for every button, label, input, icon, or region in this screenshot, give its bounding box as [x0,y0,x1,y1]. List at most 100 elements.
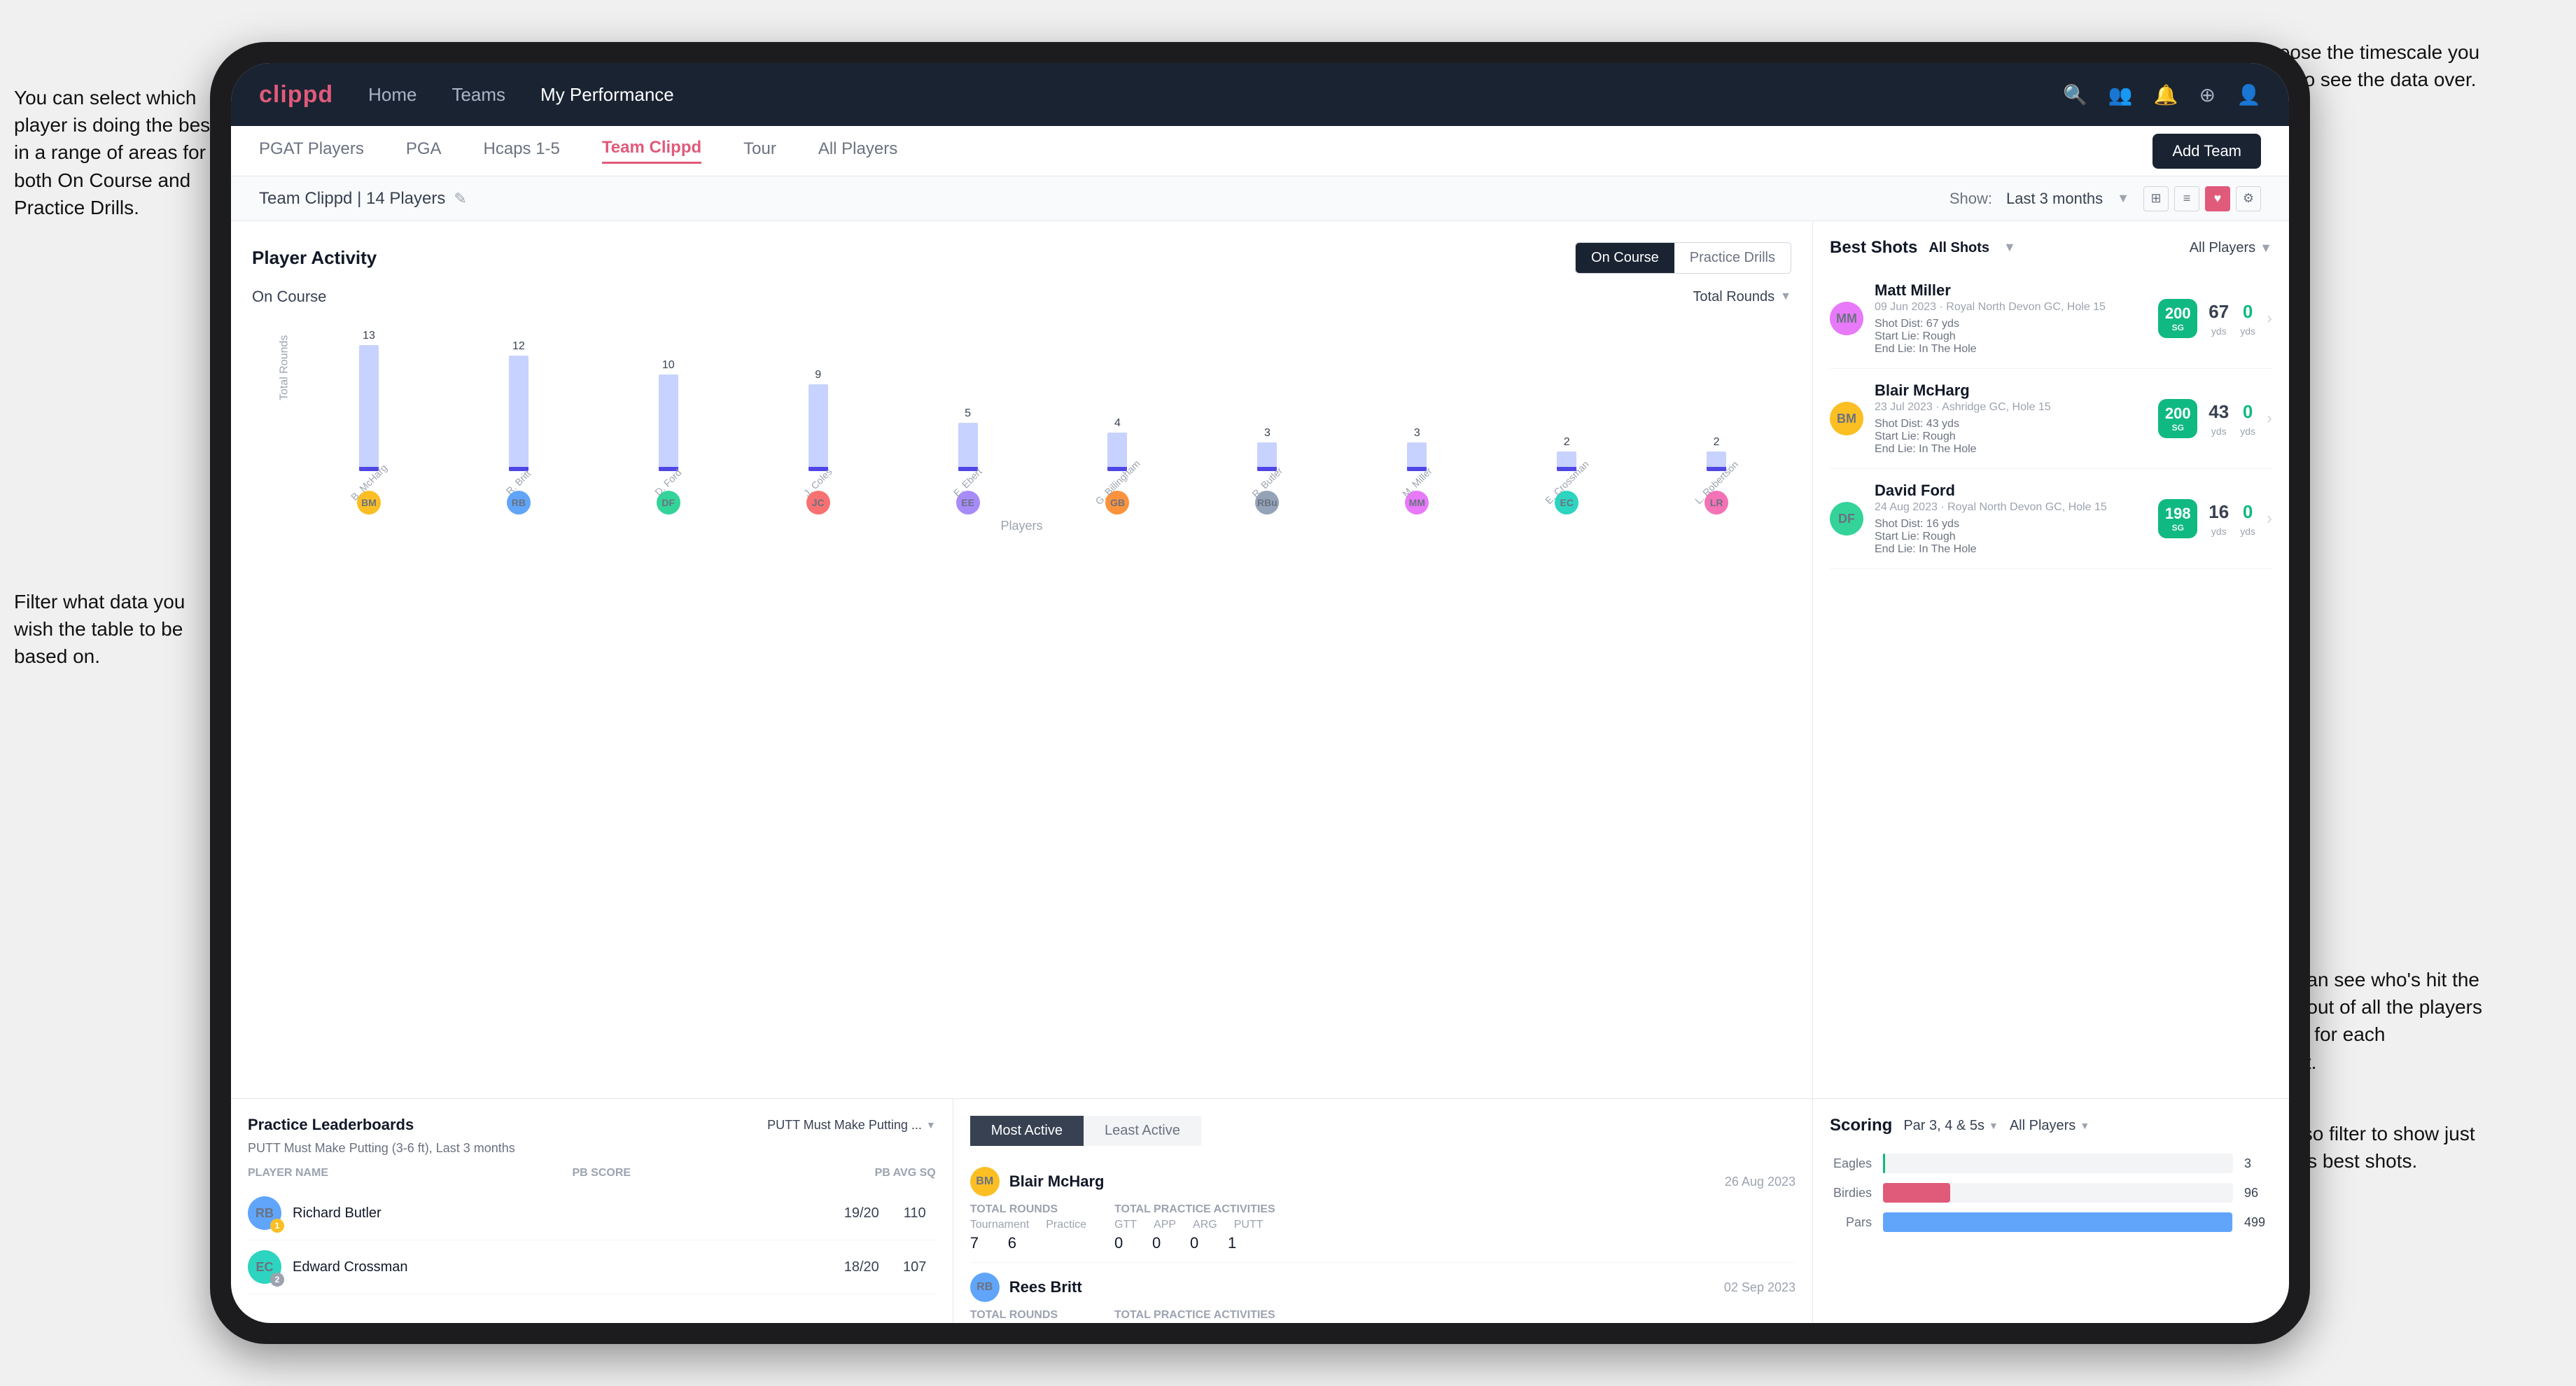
shot-card-2: BM Blair McHarg 23 Jul 2023 · Ashridge G… [1830,369,2272,469]
add-team-button[interactable]: Add Team [2152,134,2261,169]
shot-badge-number-3: 198 [2165,505,2191,523]
shots-tabs: All Shots ▼ [1928,240,2016,256]
sub-nav-pgat[interactable]: PGAT Players [259,139,364,163]
player-activity-section: Player Activity On Course Practice Drill… [231,221,1812,1099]
profile-icon[interactable]: 👤 [2236,83,2261,106]
chevron-down-icon[interactable]: ▼ [1780,290,1791,303]
all-players-dropdown[interactable]: All Players ▼ [2190,240,2272,256]
active-player-info-1: BM Blair McHarg [970,1167,1105,1196]
chevron-right-icon-1[interactable]: › [2267,309,2272,328]
lb-name-1: Richard Butler [293,1205,830,1222]
search-icon[interactable]: 🔍 [2063,83,2087,106]
toggle-on-course[interactable]: On Course [1576,243,1674,273]
shot-stat-1b: 0 yds [2240,301,2255,337]
eagles-bar-inner [1883,1154,1885,1173]
settings-icon[interactable]: ⚙ [2236,186,2261,211]
bar-group-2: 12 [444,340,594,471]
bar-value-7: 3 [1264,427,1270,440]
chevron-down-icon[interactable]: ▼ [1989,1120,1998,1131]
putt-value-1: 1 [1228,1234,1249,1252]
pars-label: Pars [1830,1215,1872,1230]
nav-logo: clippd [259,81,333,108]
bar-group-9: 2 [1492,436,1642,471]
nav-link-home[interactable]: Home [368,84,416,106]
scoring-dropdown-label-2: All Players [2010,1118,2076,1134]
scoring-dropdown-2[interactable]: All Players ▼ [2010,1118,2090,1134]
tournament-label-1: Tournament [970,1219,1030,1231]
practice-activities-group-1: Total Practice Activities GTT APP ARG PU… [1114,1203,1275,1252]
lb-avatar-2: EC 2 [248,1250,281,1284]
bar-value-2: 12 [512,340,525,353]
gtt-value-1: 0 [1114,1234,1135,1252]
shot-stat-2b: 0 yds [2240,401,2255,437]
sub-nav-all-players[interactable]: All Players [818,139,897,163]
bar-group-8: 3 [1342,427,1492,471]
tablet-screen: clippd Home Teams My Performance 🔍 👥 🔔 ⊕… [231,63,2289,1323]
shot-avatar-2: BM [1830,402,1863,435]
bar-value-10: 2 [1714,436,1720,449]
chevron-down-icon[interactable]: ▼ [2260,241,2272,255]
chevron-down-icon[interactable]: ▼ [2003,240,2016,256]
player-label-6: G. Billingham GB [1043,477,1193,514]
left-panel: Player Activity On Course Practice Drill… [231,221,1813,1323]
list-icon[interactable]: ≡ [2174,186,2199,211]
scoring-bar-birdies: Birdies 96 [1830,1183,2272,1203]
app-value-1: 0 [1152,1234,1173,1252]
add-circle-icon[interactable]: ⊕ [2199,83,2216,106]
tab-most-active[interactable]: Most Active [970,1116,1084,1146]
birdies-count: 96 [2244,1186,2272,1200]
shot-stat-val-1b: 0 [2243,301,2253,323]
sub-nav-pga[interactable]: PGA [406,139,442,163]
lb-score-2: 18/20 [841,1259,883,1275]
bar-value-6: 4 [1114,417,1121,430]
shot-player-meta-1: 09 Jun 2023 · Royal North Devon GC, Hole… [1875,301,2147,314]
practice-values-1: 0 0 0 1 [1114,1234,1275,1252]
pars-count: 499 [2244,1215,2272,1230]
sub-nav-hcaps[interactable]: Hcaps 1-5 [484,139,560,163]
time-period-select[interactable]: Last 3 months [2006,190,2103,208]
grid-icon[interactable]: ⊞ [2143,186,2169,211]
section-header: Player Activity On Course Practice Drill… [252,242,1791,274]
shot-badge-3: 198 SG [2158,499,2197,538]
practice-activities-group-2: Total Practice Activities GTT APP ARG PU… [1114,1309,1275,1323]
chevron-down-icon[interactable]: ▼ [2080,1120,2090,1131]
shot-details-2: Shot Dist: 43 yds Start Lie: Rough End L… [1875,418,2147,456]
bar-chart-area: Total Rounds 13 12 10 [252,317,1791,471]
bar-group-5: 5 [893,407,1043,471]
toggle-practice-drills[interactable]: Practice Drills [1674,243,1791,273]
heart-icon[interactable]: ♥ [2205,186,2230,211]
edit-icon[interactable]: ✎ [454,190,466,208]
nav-link-teams[interactable]: Teams [451,84,505,106]
chevron-down-icon[interactable]: ▼ [2117,191,2129,206]
tab-least-active[interactable]: Least Active [1084,1116,1201,1146]
shots-tab-all[interactable]: All Shots [1928,240,1989,256]
leaderboard-dropdown[interactable]: PUTT Must Make Putting ... ▼ [767,1118,936,1133]
scoring-bar-chart: Eagles 3 Birdies 96 [1830,1147,2272,1232]
scoring-bar-eagles: Eagles 3 [1830,1154,2272,1173]
all-players-label: All Players [2190,240,2255,256]
active-stats-row-2: Total Rounds Tournament Practice 8 4 [970,1309,1795,1323]
shot-details-3: Shot Dist: 16 yds Start Lie: Rough End L… [1875,518,2147,556]
sub-nav-team-clippd[interactable]: Team Clippd [602,138,701,164]
chevron-right-icon-3[interactable]: › [2267,509,2272,528]
eagles-label: Eagles [1830,1156,1872,1171]
chevron-right-icon-2[interactable]: › [2267,409,2272,428]
bell-icon[interactable]: 🔔 [2154,83,2178,106]
shot-badge-2: 200 SG [2158,399,2197,438]
total-rounds-group-1: Total Rounds Tournament Practice 7 6 [970,1203,1086,1252]
shot-stat-val-3b: 0 [2243,501,2253,523]
nav-link-my-performance[interactable]: My Performance [540,84,674,106]
users-icon[interactable]: 👥 [2108,83,2133,106]
total-rounds-dropdown[interactable]: Total Rounds [1693,289,1774,305]
pars-bar-inner [1883,1212,2232,1232]
sub-nav-tour[interactable]: Tour [743,139,776,163]
shot-badge-number-2: 200 [2165,405,2191,423]
arg-label-1: ARG [1193,1219,1217,1231]
chevron-down-icon[interactable]: ▼ [926,1119,936,1130]
bar-5 [958,423,978,471]
scoring-dropdown-1[interactable]: Par 3, 4 & 5s ▼ [1903,1118,1998,1134]
shot-stat-2a: 43 yds [2208,401,2229,437]
putt-label-1: PUTT [1234,1219,1264,1231]
shot-stat-unit-1a: yds [2211,326,2227,337]
annotation-filter: Filter what data you wish the table to b… [14,588,210,671]
